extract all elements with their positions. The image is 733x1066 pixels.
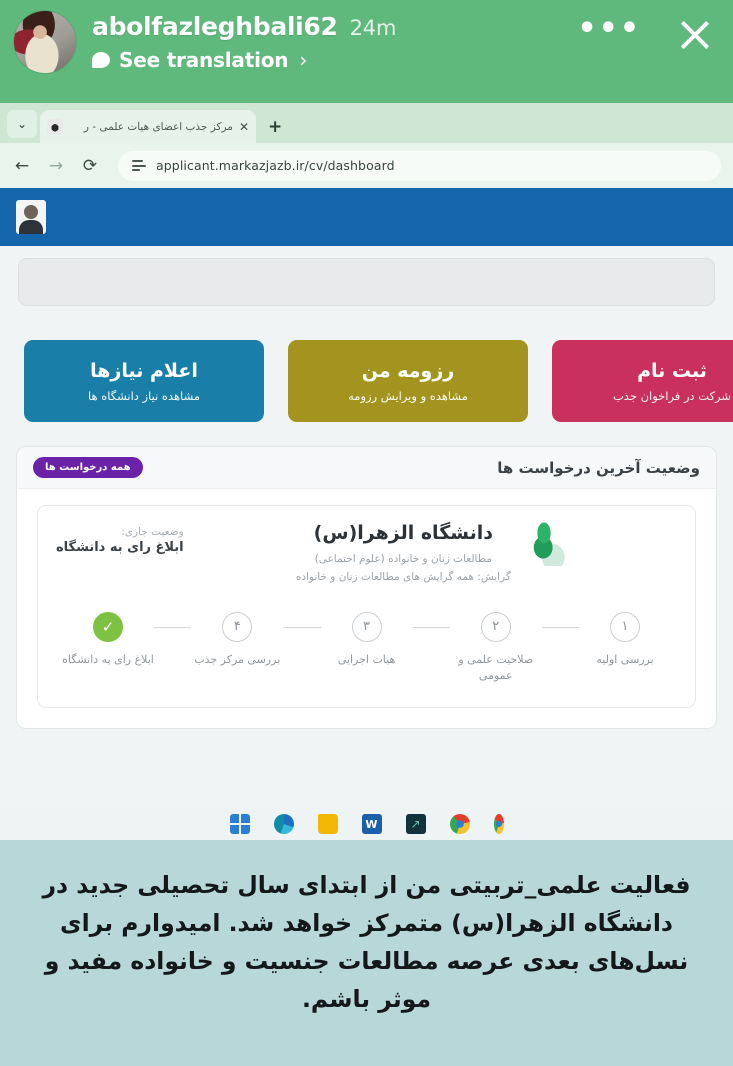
card-subtitle: شرکت در فراخوان جذب <box>612 388 732 403</box>
step-label: بررسی مرکز جذب <box>194 652 281 666</box>
progress-stepper: ۱ بررسی اولیه ۲ صلاحیت علمی و عمومی ۳ هی… <box>56 611 677 685</box>
dashboard-cards: اعلام نیازها مشاهده نیاز دانشگاه ها رزوم… <box>0 306 733 422</box>
username[interactable]: abolfazleghbali62 <box>92 13 338 41</box>
all-requests-badge[interactable]: همه درخواست ها <box>33 457 143 478</box>
step-3[interactable]: ۳ هیات اجرایی <box>321 611 413 669</box>
university-name: دانشگاه الزهرا(س) <box>313 522 493 544</box>
story-caption: فعالیت علمی_تربیتی من از ابتدای سال تحصی… <box>0 840 733 1066</box>
address-bar[interactable]: applicant.markazjazb.ir/cv/dashboard <box>118 150 721 181</box>
step-label: بررسی اولیه <box>596 652 654 666</box>
windows-start-icon[interactable] <box>229 814 250 834</box>
request-card-top: دانشگاه الزهرا(س) مطالعات زنان و خانواده… <box>56 522 677 586</box>
step-marker: ۴ <box>222 611 253 642</box>
close-icon[interactable] <box>675 14 715 54</box>
chrome-icon[interactable] <box>449 814 470 834</box>
reload-icon[interactable]: ⟳ <box>80 156 100 176</box>
university-block: دانشگاه الزهرا(س) مطالعات زنان و خانواده… <box>184 522 677 586</box>
avatar[interactable] <box>14 11 76 73</box>
word-icon[interactable] <box>361 814 382 834</box>
edge-icon[interactable] <box>273 814 294 834</box>
university-text: دانشگاه الزهرا(س) مطالعات زنان و خانواده… <box>296 522 511 586</box>
iran-emblem-favicon: ۞ <box>47 118 63 135</box>
tab-close-icon[interactable]: ✕ <box>239 120 249 134</box>
step-connector <box>283 626 321 629</box>
user-avatar[interactable] <box>16 200 46 234</box>
tab-search-icon[interactable]: ⌄ <box>7 110 37 138</box>
alzahra-university-logo <box>522 522 565 566</box>
step-check-icon: ✓ <box>93 611 123 642</box>
windows-taskbar <box>0 808 733 840</box>
requests-panel-body: دانشگاه الزهرا(س) مطالعات زنان و خانواده… <box>17 489 716 728</box>
step-connector <box>154 626 192 629</box>
more-options-icon[interactable]: ••• <box>577 14 641 49</box>
my-resume-card[interactable]: رزومه من مشاهده و ویرایش رزومه <box>288 340 528 422</box>
request-card[interactable]: دانشگاه الزهرا(س) مطالعات زنان و خانواده… <box>37 505 696 708</box>
see-translation-label: See translation <box>119 47 289 72</box>
card-subtitle: مشاهده نیاز دانشگاه ها <box>88 388 200 403</box>
step-label: صلاحیت علمی و عمومی <box>458 652 534 683</box>
speech-bubble-icon <box>92 51 110 68</box>
caption-text: فعالیت علمی_تربیتی من از ابتدای سال تحصی… <box>42 871 691 1014</box>
chevron-right-icon: › <box>299 47 308 72</box>
step-5[interactable]: ✓ ابلاغ رای به دانشگاه <box>62 611 154 669</box>
card-title: ثبت نام <box>637 359 707 382</box>
step-label: ابلاغ رای به دانشگاه <box>62 652 154 666</box>
step-marker: ۲ <box>480 611 511 642</box>
step-2[interactable]: ۲ صلاحیت علمی و عمومی <box>450 611 542 685</box>
step-1[interactable]: ۱ بررسی اولیه <box>579 611 671 669</box>
story-header-text: abolfazleghbali62 24m See translation › <box>92 8 396 72</box>
current-status-value: ابلاغ رای به دانشگاه <box>56 540 184 555</box>
step-marker: ۳ <box>351 611 382 642</box>
timestamp: 24m <box>349 16 397 40</box>
requests-panel-title: وضعیت آخرین درخواست ها <box>497 458 700 477</box>
current-status-label: وضعیت جاری: <box>121 526 184 538</box>
breadcrumb-bar <box>18 258 715 306</box>
browser-tab-strip: ⌄ ۞ مرکز جذب اعضای هیأت علمی - ر ✕ + <box>0 103 733 143</box>
browser-toolbar: ← → ⟳ applicant.markazjazb.ir/cv/dashboa… <box>0 143 733 188</box>
card-title: رزومه من <box>361 359 455 382</box>
story-identity-row: abolfazleghbali62 24m <box>92 13 396 41</box>
app-header <box>0 188 733 246</box>
forward-icon[interactable]: → <box>46 156 66 176</box>
card-subtitle: مشاهده و ویرایش رزومه <box>348 388 468 403</box>
requests-panel: وضعیت آخرین درخواست ها همه درخواست ها دا… <box>16 446 717 729</box>
site-settings-icon[interactable] <box>132 158 147 173</box>
tab-title: مرکز جذب اعضای هیأت علمی - ر <box>83 120 233 133</box>
step-connector <box>541 626 579 629</box>
browser-tab[interactable]: ۞ مرکز جذب اعضای هیأت علمی - ر ✕ <box>40 110 256 143</box>
register-card[interactable]: ثبت نام شرکت در فراخوان جذب <box>552 340 733 422</box>
step-4[interactable]: ۴ بررسی مرکز جذب <box>191 611 283 669</box>
app-icon[interactable] <box>405 814 426 834</box>
field-line-1: مطالعات زنان و خانواده (علوم اجتماعی) <box>314 553 492 565</box>
back-icon[interactable]: ← <box>12 156 32 176</box>
new-tab-button[interactable]: + <box>268 117 282 137</box>
field-line-2: گرایش: همه گرایش های مطالعات زنان و خانو… <box>295 571 511 584</box>
file-explorer-icon[interactable] <box>317 814 338 834</box>
web-page: اعلام نیازها مشاهده نیاز دانشگاه ها رزوم… <box>0 188 733 840</box>
step-connector <box>412 626 450 629</box>
see-translation-row[interactable]: See translation › <box>92 48 396 72</box>
announce-needs-card[interactable]: اعلام نیازها مشاهده نیاز دانشگاه ها <box>24 340 264 422</box>
current-status-block: وضعیت جاری: ابلاغ رای به دانشگاه <box>56 522 184 586</box>
card-title: اعلام نیازها <box>90 359 198 382</box>
url-text: applicant.markazjazb.ir/cv/dashboard <box>156 158 395 173</box>
step-label: هیات اجرایی <box>337 652 396 666</box>
step-marker: ۱ <box>610 611 640 642</box>
story-header: abolfazleghbali62 24m See translation › … <box>0 0 733 103</box>
partial-icon[interactable] <box>493 814 504 834</box>
instagram-story: abolfazleghbali62 24m See translation › … <box>0 0 733 1066</box>
embedded-screenshot: ⌄ ۞ مرکز جذب اعضای هیأت علمی - ر ✕ + ← →… <box>0 103 733 840</box>
requests-panel-header: وضعیت آخرین درخواست ها همه درخواست ها <box>17 447 716 489</box>
story-header-actions: ••• <box>577 14 715 54</box>
